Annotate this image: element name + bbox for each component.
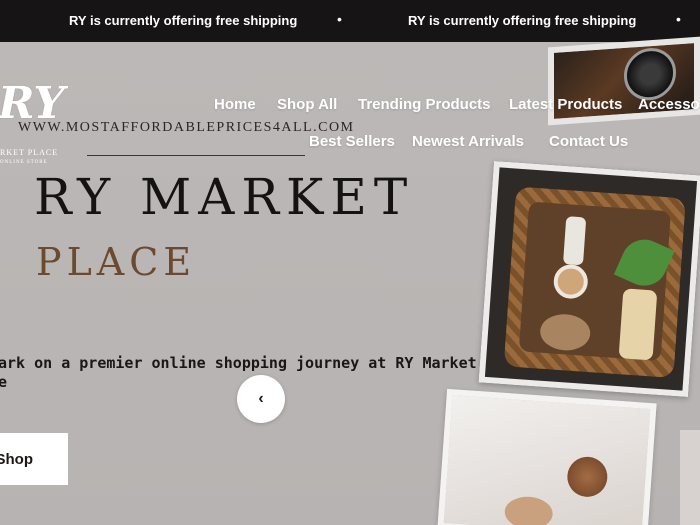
wicker-basket [503,186,686,378]
nav-contact-us[interactable]: Contact Us [549,133,628,150]
cream-tin [503,495,554,525]
cream-tin [565,455,609,499]
chevron-left-icon: ‹ [258,390,264,407]
cream-photo [437,388,657,525]
tagline-line: ark on a premier online shopping journey… [0,354,477,372]
photo-edge [680,430,700,525]
hero-tagline: ark on a premier online shopping journey… [0,354,478,392]
jar [552,263,589,300]
bottle [562,216,587,266]
logo-tagline: ONLINE STORE [0,160,48,165]
main-nav: Home Shop All Trending Products Latest P… [0,0,700,160]
hero-subtitle: PLACE [36,240,197,284]
nav-home[interactable]: Home [214,96,256,113]
nav-best-sellers[interactable]: Best Sellers [309,133,395,150]
nav-shop-all[interactable]: Shop All [277,96,337,113]
nav-accessories[interactable]: Accessor [638,96,700,113]
carousel-prev-button[interactable]: ‹ [237,375,285,423]
hero-title: RY MARKET [34,168,415,226]
nav-trending-products[interactable]: Trending Products [358,96,491,113]
sponge [618,288,658,361]
nav-newest-arrivals[interactable]: Newest Arrivals [412,133,524,150]
basket-inner [518,201,675,362]
shop-button-label: Shop [0,450,33,468]
basket-photo [478,160,700,398]
leaf [613,232,675,294]
nav-latest-products[interactable]: Latest Products [509,96,622,113]
tin [539,312,592,353]
shop-button[interactable]: Shop [0,433,68,485]
